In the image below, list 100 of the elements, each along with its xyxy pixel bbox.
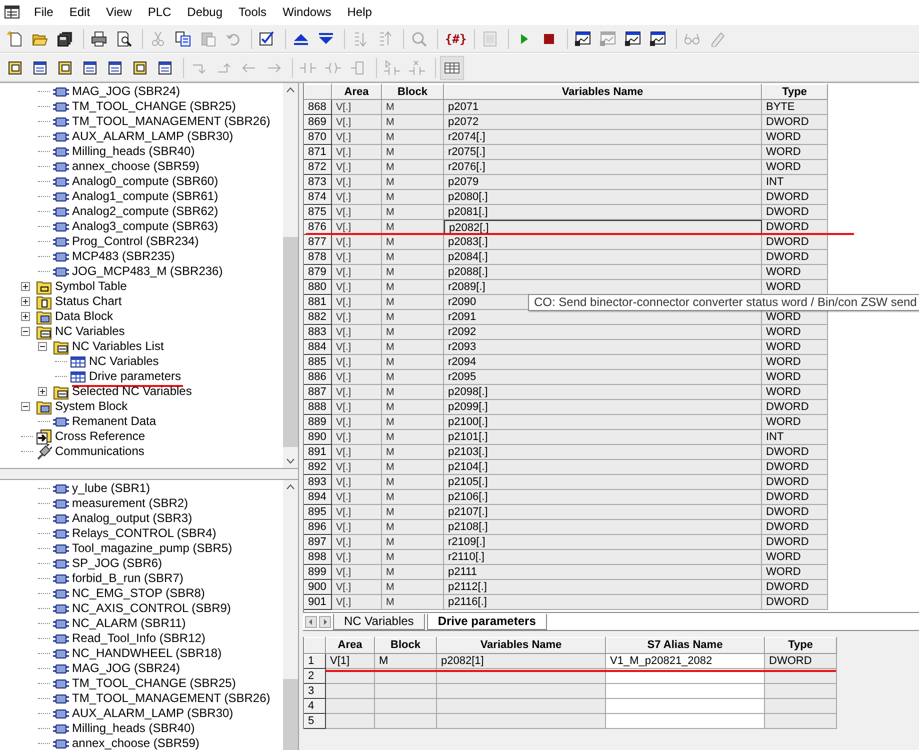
triangle-down-icon[interactable] — [318, 30, 334, 46]
menu-item[interactable]: Debug — [179, 5, 231, 19]
expand-toggle[interactable] — [21, 297, 33, 306]
tree-item[interactable]: MAG_JOG (SBR24) — [72, 661, 180, 676]
tree-item[interactable]: Analog0_compute (SBR60) — [72, 174, 218, 189]
row-number[interactable]: 871 — [304, 145, 332, 160]
document-icon[interactable] — [132, 60, 148, 76]
row-number[interactable]: 878 — [304, 250, 332, 265]
table-corner[interactable] — [304, 637, 326, 654]
menu-item[interactable]: View — [98, 5, 140, 19]
row-number[interactable]: 900 — [304, 580, 332, 595]
row-number[interactable]: 873 — [304, 175, 332, 190]
tree-item[interactable]: Analog1_compute (SBR61) — [72, 189, 218, 204]
tree-item[interactable]: Relays_CONTROL (SBR4) — [72, 526, 216, 541]
tree-item[interactable]: TM_TOOL_CHANGE (SBR25) — [72, 99, 236, 114]
tree-item[interactable]: Milling_heads (SBR40) — [72, 144, 195, 159]
column-header[interactable]: Type — [762, 84, 828, 100]
row-number[interactable]: 894 — [304, 490, 332, 505]
menu-item[interactable]: Edit — [61, 5, 98, 19]
tree-item[interactable]: Analog2_compute (SBR62) — [72, 204, 218, 219]
row-number[interactable]: 892 — [304, 460, 332, 475]
tree-item[interactable]: Milling_heads (SBR40) — [72, 721, 195, 736]
tree-item[interactable]: Analog3_compute (SBR63) — [72, 219, 218, 234]
document-icon[interactable] — [107, 60, 123, 76]
column-header[interactable]: Area — [326, 637, 375, 654]
menu-item[interactable]: Windows — [274, 5, 340, 19]
tree-item[interactable]: Selected NC Variables — [72, 384, 192, 399]
tree-item[interactable]: Communications — [55, 444, 144, 459]
expand-toggle[interactable] — [21, 312, 33, 321]
sheet-tab[interactable]: NC Variables — [333, 614, 425, 630]
tree-item[interactable]: Cross Reference — [55, 429, 146, 444]
tree-item[interactable]: Prog_Control (SBR234) — [72, 234, 199, 249]
document-icon[interactable] — [32, 60, 48, 76]
row-number[interactable]: 881 — [304, 295, 332, 310]
row-number[interactable]: 1 — [304, 654, 326, 669]
row-number[interactable]: 874 — [304, 190, 332, 205]
tree-item[interactable]: forbid_B_run (SBR7) — [72, 571, 184, 586]
row-number[interactable]: 872 — [304, 160, 332, 175]
tree-item[interactable]: NC Variables List — [72, 339, 164, 354]
expand-toggle[interactable] — [21, 327, 33, 336]
tree-item[interactable]: AUX_ALARM_LAMP (SBR30) — [72, 129, 234, 144]
row-number[interactable]: 884 — [304, 340, 332, 355]
row-number[interactable]: 879 — [304, 265, 332, 280]
tree-item[interactable]: annex_choose (SBR59) — [72, 736, 200, 750]
row-number[interactable]: 886 — [304, 370, 332, 385]
expand-toggle[interactable] — [38, 342, 50, 351]
tree-item[interactable]: System Block — [55, 399, 128, 414]
symbols-button[interactable]: {#} — [442, 32, 470, 46]
row-number[interactable]: 3 — [304, 684, 326, 699]
tree-item[interactable]: measurement (SBR2) — [72, 496, 188, 511]
row-number[interactable]: 877 — [304, 235, 332, 250]
menu-item[interactable]: Help — [339, 5, 380, 19]
document-icon[interactable] — [7, 60, 23, 76]
document-icon[interactable] — [157, 60, 173, 76]
column-header[interactable]: Variables Name — [444, 84, 762, 100]
tree-item[interactable]: NC Variables — [89, 354, 159, 369]
copy-icon[interactable] — [175, 30, 191, 46]
row-number[interactable]: 890 — [304, 430, 332, 445]
tree-item[interactable]: NC_EMG_STOP (SBR8) — [72, 586, 205, 601]
row-number[interactable]: 880 — [304, 280, 332, 295]
row-number[interactable]: 882 — [304, 310, 332, 325]
row-number[interactable]: 870 — [304, 130, 332, 145]
printer-icon[interactable] — [91, 30, 107, 46]
tree-item[interactable]: Symbol Table — [55, 279, 127, 294]
row-number[interactable]: 4 — [304, 699, 326, 714]
expand-toggle[interactable] — [38, 387, 50, 396]
tree-item[interactable]: Read_Tool_Info (SBR12) — [72, 631, 206, 646]
tree-item[interactable]: JOG_MCP483_M (SBR236) — [72, 264, 223, 279]
column-header[interactable]: Variables Name — [437, 637, 606, 654]
menu-item[interactable]: PLC — [140, 5, 180, 19]
column-header[interactable]: Type — [765, 637, 837, 654]
tree-item[interactable]: y_lube (SBR1) — [72, 481, 150, 496]
tree-item[interactable]: NC Variables — [55, 324, 125, 339]
grid-icon[interactable] — [444, 60, 460, 76]
row-number[interactable]: 888 — [304, 400, 332, 415]
expand-toggle[interactable] — [21, 402, 33, 411]
column-header[interactable]: S7 Alias Name — [606, 637, 765, 654]
document-icon[interactable] — [82, 60, 98, 76]
tree-item[interactable]: Status Chart — [55, 294, 122, 309]
tree-item[interactable]: annex_choose (SBR59) — [72, 159, 200, 174]
chart-window-icon[interactable] — [650, 30, 666, 46]
tree-item[interactable]: Remanent Data — [72, 414, 156, 429]
tree-item[interactable]: SP_JOG (SBR6) — [72, 556, 162, 571]
tree-item[interactable]: AUX_ALARM_LAMP (SBR30) — [72, 706, 234, 721]
row-number[interactable]: 889 — [304, 415, 332, 430]
scrollbar[interactable] — [283, 83, 298, 468]
row-number[interactable]: 896 — [304, 520, 332, 535]
tree-item[interactable]: TM_TOOL_MANAGEMENT (SBR26) — [72, 691, 270, 706]
document-icon[interactable] — [57, 60, 73, 76]
tree-item[interactable]: NC_ALARM (SBR11) — [72, 616, 186, 631]
tree-item[interactable]: Analog_output (SBR3) — [72, 511, 192, 526]
print-preview-icon[interactable] — [116, 30, 132, 46]
tree-item[interactable]: MCP483 (SBR235) — [72, 249, 175, 264]
tree-item[interactable]: Drive parameters — [89, 369, 182, 384]
sheet-tab[interactable]: Drive parameters — [426, 614, 547, 630]
row-number[interactable]: 899 — [304, 565, 332, 580]
row-number[interactable]: 887 — [304, 385, 332, 400]
column-header[interactable]: Area — [332, 84, 382, 100]
menu-item[interactable]: Tools — [230, 5, 275, 19]
row-number[interactable]: 868 — [304, 100, 332, 115]
